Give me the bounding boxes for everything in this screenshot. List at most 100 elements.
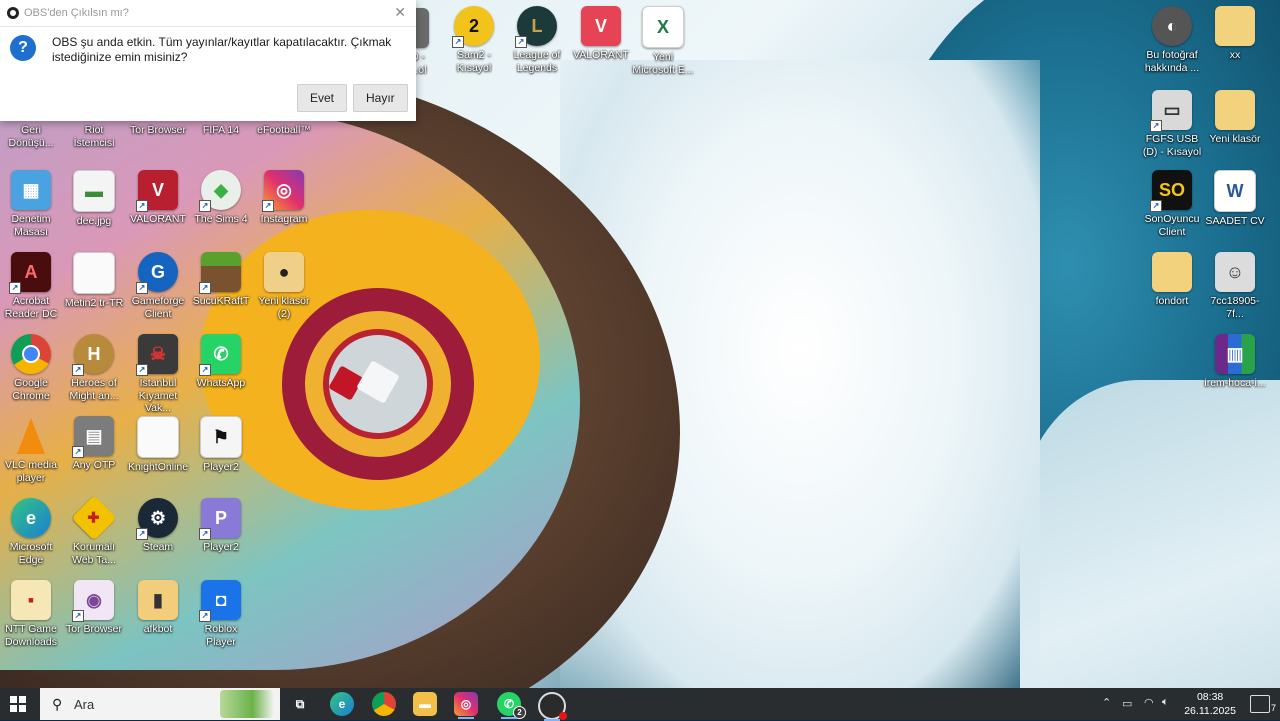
battery-icon[interactable]: ▭ (1122, 697, 1132, 710)
desktop-icon-steam[interactable]: ⚙ ↗ Steam (127, 498, 189, 554)
desktop-icon-sims4[interactable]: ◆ ↗ The Sims 4 (190, 170, 252, 226)
desktop-icon-label: Roblox Player (204, 623, 238, 648)
roblox-icon: ◘ ↗ (199, 580, 241, 622)
volume-icon[interactable]: 🔈︎ (1162, 696, 1169, 709)
taskbar-obs-icon[interactable] (538, 692, 567, 721)
desktop-icon-knightonline[interactable]: KnightOnline (127, 416, 189, 474)
taskbar-file-explorer-icon[interactable]: ▬ (413, 692, 437, 716)
image-file-icon: ▬ (73, 170, 115, 212)
desktop-icon-istanbul-kiyamet[interactable]: ☠ ↗ İstanbul Kıyamet Vak... (127, 334, 189, 415)
dialog-titlebar: OBS'den Çıkılsın mı? (0, 0, 416, 27)
valorant-icon: V (581, 6, 621, 46)
desktop-icon-any-otp[interactable]: ▤ ↗ Any OTP (63, 416, 125, 472)
desktop-icon-label: NTT Game Downloads (5, 623, 57, 648)
winrar-icon: ▥ (1215, 334, 1255, 374)
taskbar-edge-icon[interactable]: e (330, 692, 354, 716)
desktop-icon-whatsapp[interactable]: ✆ ↗ WhatsApp (190, 334, 252, 390)
desktop-icon-player2-a[interactable]: ⚑ Player2 (190, 416, 252, 474)
desktop-icon-korumali-web[interactable]: ✚ Korumalı Web Ta... (63, 495, 125, 566)
desktop-icon-xx[interactable]: xx (1204, 6, 1266, 62)
desktop-icon-ntt-game[interactable]: ▪ NTT Game Downloads (0, 580, 62, 648)
desktop-icon-league-of-legends[interactable]: L ↗ League of Legends (506, 6, 568, 74)
shield-icon: ✚ (71, 495, 117, 541)
excel-icon: X (642, 6, 684, 48)
notification-center-icon[interactable] (1250, 695, 1270, 713)
player2-file-icon: ⚑ (200, 416, 242, 458)
desktop-icon-yeni-klasor[interactable]: Yeni klasör (1204, 90, 1266, 146)
desktop-icon-heroes[interactable]: H ↗ Heroes of Might an... (63, 334, 125, 402)
sims-plumbob-icon: ◆ ↗ (199, 170, 241, 212)
desktop-icon-label: SucuKRaftT (192, 295, 250, 307)
desktop-icon-bu-fotograf[interactable]: ◐ Bu fotoğraf hakkında ... (1141, 6, 1203, 74)
desktop-icon-control-panel[interactable]: ▦ Denetim Masası (0, 170, 62, 238)
desktop-icon-label: Tor Browser (65, 623, 122, 635)
desktop-icon-vlc[interactable]: VLC media player (0, 416, 62, 484)
taskbar-clock[interactable]: 08:38 26.11.2025 (1184, 690, 1236, 718)
taskbar-chrome-icon[interactable] (372, 692, 396, 716)
desktop-icon-valorant-top[interactable]: V VALORANT (570, 6, 632, 62)
desktop-icon-label: Yeni klasör (2) (258, 295, 310, 320)
desktop-icon-tor-browser[interactable]: ◉ ↗ Tor Browser (63, 580, 125, 636)
desktop-icon-image-7cc[interactable]: ☺ 7cc18905-7f... (1204, 252, 1266, 320)
desktop-icon-recycle-bin[interactable]: Geri Dönüşü... (0, 121, 62, 149)
desktop-icon-label: eFootball™ (257, 124, 311, 136)
desktop-icon-irem-hoca[interactable]: ▥ irem-hoca-i... (1204, 334, 1266, 390)
desktop-icon-label: Tor Browser (129, 124, 186, 136)
desktop-icon-instagram[interactable]: ◎ ↗ Instagram (253, 170, 315, 226)
desktop-icon-label: Player2 (203, 541, 239, 553)
desktop-icon-label: SAADET CV (1205, 215, 1265, 227)
desktop-icon-label: Google Chrome (12, 377, 50, 402)
instagram-icon: ◎ ↗ (262, 170, 304, 212)
desktop-icon-label: Steam (142, 541, 174, 553)
desktop-icon-sucukraftt[interactable]: ↗ SucuKRaftT (190, 252, 252, 308)
desktop-icon-efootball[interactable]: eFootball™ (253, 121, 315, 137)
desktop-icon-fgfs-usb[interactable]: ▭ ↗ FGFS USB (D) - Kısayol (1141, 90, 1203, 158)
start-button[interactable] (10, 696, 26, 712)
wifi-icon[interactable]: ◠ (1144, 696, 1154, 709)
taskbar-whatsapp-icon[interactable]: ✆ 2 (497, 692, 526, 719)
dialog-title: OBS'den Çıkılsın mı? (24, 7, 129, 19)
tor-icon: ◉ ↗ (72, 580, 114, 622)
desktop-icon-saadet-cv[interactable]: W SAADET CV (1204, 170, 1266, 228)
task-view-icon[interactable]: ⧉ (288, 692, 312, 716)
desktop-icon-acrobat[interactable]: A ↗ Acrobat Reader DC (0, 252, 62, 320)
taskbar-instagram-icon[interactable]: ◎ (454, 692, 478, 719)
desktop-icon-label: irem-hoca-i... (1204, 377, 1266, 389)
sam2-icon: 2 ↗ (452, 6, 494, 48)
dialog-message: OBS şu anda etkin. Tüm yayınlar/kayıtlar… (52, 35, 392, 64)
desktop-icon-afkbot[interactable]: ▮ afkbot (127, 580, 189, 636)
chevron-up-icon[interactable]: ⌃ (1102, 696, 1111, 709)
folder-icon: ▪ (11, 580, 51, 620)
no-button[interactable]: Hayır (353, 84, 408, 112)
close-icon[interactable]: ✕ (394, 4, 406, 21)
player2-icon: P ↗ (199, 498, 241, 540)
desktop-icon-valorant[interactable]: V ↗ VALORANT (127, 170, 189, 226)
desktop-icon-riot[interactable]: Riot İstemcisi (63, 121, 125, 149)
notification-count: 7 (1269, 703, 1277, 713)
desktop-icon-fifa[interactable]: FIFA 14 (190, 121, 252, 137)
desktop-icon-dee-jpg[interactable]: ▬ dee.jpg (63, 170, 125, 228)
desktop-icon-edge[interactable]: e Microsoft Edge (0, 498, 62, 566)
taskbar: ⚲ Ara ⧉ e ▬ ◎ ✆ 2 ⌃ ▭ ◠ 🔈︎ 08:38 26.11.2… (0, 688, 1280, 721)
search-icon: ⚲ (52, 696, 63, 712)
desktop-icon-gameforge[interactable]: G ↗ Gameforge Client (127, 252, 189, 320)
desktop-icon-metin2[interactable]: Metin2 tr-TR (63, 252, 125, 310)
taskbar-search[interactable]: ⚲ Ara (40, 688, 280, 720)
desktop-icon-roblox[interactable]: ◘ ↗ Roblox Player (190, 580, 252, 648)
desktop-icon-player2-b[interactable]: P ↗ Player2 (190, 498, 252, 554)
desktop-icon-yeni-klasor-2[interactable]: ● Yeni klasör (2) (253, 252, 315, 320)
whatsapp-icon: ✆ ↗ (199, 334, 241, 376)
desktop-icon-label: Acrobat Reader DC (4, 295, 58, 320)
desktop-icon-sam2[interactable]: 2 ↗ Sam2 - Kısayol (443, 6, 505, 74)
camera-icon: ◐ (1152, 6, 1192, 46)
desktop-icon-label: Metin2 tr-TR (64, 297, 124, 309)
desktop-icon-sonoyuncu[interactable]: SO ↗ SonOyuncu Client (1141, 170, 1203, 238)
desktop-icon-chrome[interactable]: Google Chrome (0, 334, 62, 402)
yes-button[interactable]: Evet (297, 84, 348, 112)
desktop-icon-excel[interactable]: X Yeni Microsoft E... (632, 6, 694, 76)
desktop-icon-label: FGFS USB (D) - Kısayol (1142, 133, 1202, 158)
desktop-icon-label: 7cc18905-7f... (1210, 295, 1260, 320)
desktop-icon-tor-browser-top[interactable]: Tor Browser (127, 121, 189, 137)
desktop-icon-fondort[interactable]: fondort (1141, 252, 1203, 308)
chrome-icon (11, 334, 51, 374)
